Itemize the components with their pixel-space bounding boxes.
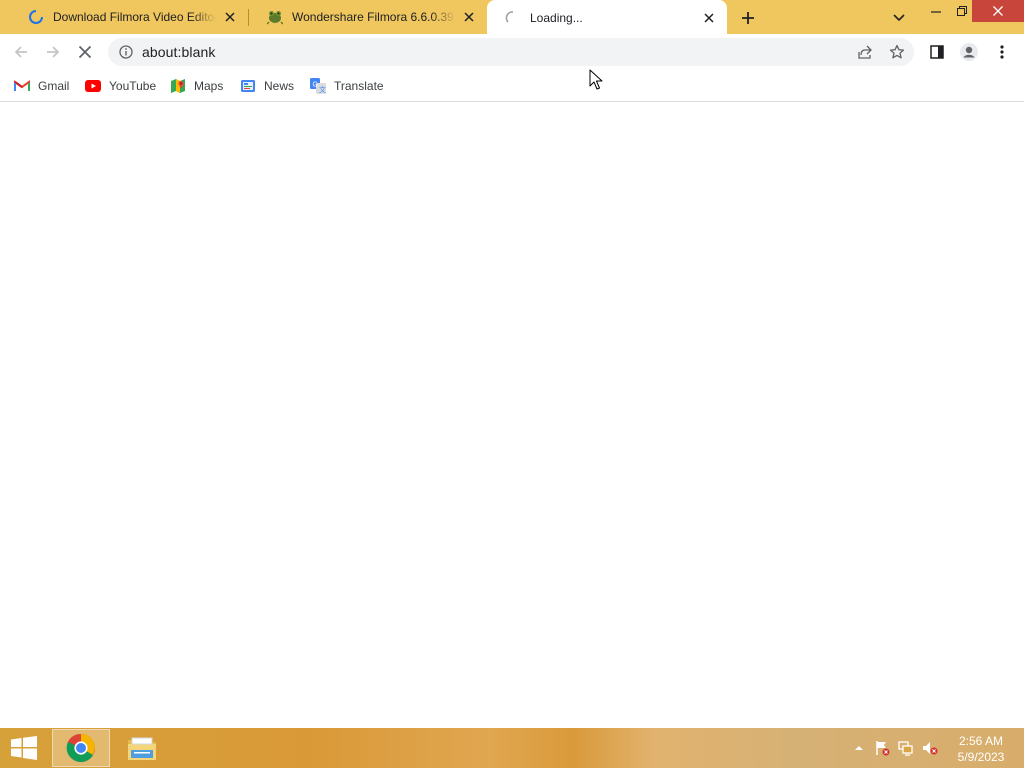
network-icon[interactable] — [898, 740, 914, 756]
close-window-button[interactable] — [972, 0, 1024, 22]
plus-icon — [742, 12, 754, 24]
maps-icon — [170, 78, 186, 94]
share-icon[interactable] — [856, 43, 874, 61]
bookmark-label: News — [264, 79, 295, 93]
back-button[interactable] — [9, 40, 33, 64]
bookmarks-bar: Gmail YouTube Maps News G文 Translate — [0, 70, 1024, 102]
chrome-icon — [66, 733, 95, 762]
gmail-icon — [14, 78, 30, 94]
translate-icon: G文 — [310, 78, 326, 94]
news-icon — [240, 78, 256, 94]
arrow-left-icon — [14, 46, 27, 58]
tab-wondershare-filmora[interactable]: Wondershare Filmora 6.6.0.39 – — [249, 0, 487, 34]
system-clock[interactable]: 2:56 AM 5/9/2023 — [948, 733, 1014, 765]
close-tab-icon[interactable] — [222, 9, 238, 25]
address-bar[interactable]: about:blank — [108, 38, 914, 66]
kebab-menu-icon — [1000, 45, 1004, 59]
clock-date: 5/9/2023 — [957, 750, 1005, 764]
bookmark-youtube[interactable]: YouTube — [85, 76, 156, 96]
profile-avatar-icon — [960, 43, 978, 61]
filmora-frog-icon — [267, 9, 283, 25]
browser-toolbar: about:blank — [0, 34, 1024, 70]
youtube-icon — [85, 78, 101, 94]
minimize-icon — [931, 11, 941, 13]
svg-text:G: G — [313, 82, 318, 89]
bookmark-maps[interactable]: Maps — [170, 76, 223, 96]
svg-text:文: 文 — [319, 85, 326, 94]
tab-download-filmora[interactable]: Download Filmora Video Editor 6 — [10, 0, 248, 34]
info-icon[interactable] — [118, 44, 134, 60]
stop-loading-button[interactable] — [73, 40, 97, 64]
tab-strip: Download Filmora Video Editor 6 Wondersh… — [0, 0, 1024, 36]
show-hidden-icons-button[interactable] — [851, 740, 867, 756]
start-button[interactable] — [8, 735, 40, 761]
side-panel-icon — [930, 45, 944, 59]
file-explorer-icon — [128, 737, 156, 760]
bookmark-label: YouTube — [109, 79, 157, 93]
windows-logo-icon — [11, 736, 37, 760]
tab-title: Wondershare Filmora 6.6.0.39 – — [292, 10, 455, 24]
menu-button[interactable] — [990, 40, 1014, 64]
tab-search-button[interactable] — [889, 8, 909, 28]
mouse-cursor-icon — [589, 69, 603, 90]
tab-title: Loading... — [530, 11, 583, 25]
close-tab-icon[interactable] — [701, 10, 717, 26]
tab-title: Download Filmora Video Editor 6 — [53, 10, 216, 24]
bookmark-label: Translate — [334, 79, 384, 93]
bookmark-label: Gmail — [38, 79, 70, 93]
forward-button[interactable] — [41, 40, 65, 64]
close-icon — [993, 6, 1003, 16]
taskbar: 2:56 AM 5/9/2023 — [0, 728, 1024, 768]
close-tab-icon[interactable] — [461, 9, 477, 25]
arrow-right-icon — [47, 46, 60, 58]
chevron-up-icon — [855, 746, 863, 750]
stop-icon — [78, 45, 92, 59]
bookmark-label: Maps — [194, 79, 224, 93]
taskbar-chrome[interactable] — [52, 729, 110, 767]
new-tab-button[interactable] — [737, 7, 759, 29]
taskbar-file-explorer[interactable] — [113, 729, 171, 767]
clock-time: 2:56 AM — [958, 734, 1004, 748]
volume-muted-icon[interactable] — [922, 740, 938, 756]
bookmark-star-icon[interactable] — [888, 43, 906, 61]
loading-spinner-icon — [28, 9, 44, 25]
side-panel-button[interactable] — [925, 40, 949, 64]
page-content[interactable] — [0, 103, 1024, 728]
bookmark-gmail[interactable]: Gmail — [14, 76, 69, 96]
tab-loading[interactable]: Loading... — [487, 0, 727, 36]
restore-icon — [957, 6, 967, 16]
chevron-down-icon — [893, 14, 905, 22]
url-text[interactable]: about:blank — [142, 44, 216, 60]
bookmark-translate[interactable]: G文 Translate — [310, 76, 384, 96]
action-center-icon[interactable] — [874, 740, 890, 756]
bookmark-news[interactable]: News — [240, 76, 294, 96]
profile-button[interactable] — [957, 40, 981, 64]
loading-spinner-icon — [505, 10, 521, 26]
